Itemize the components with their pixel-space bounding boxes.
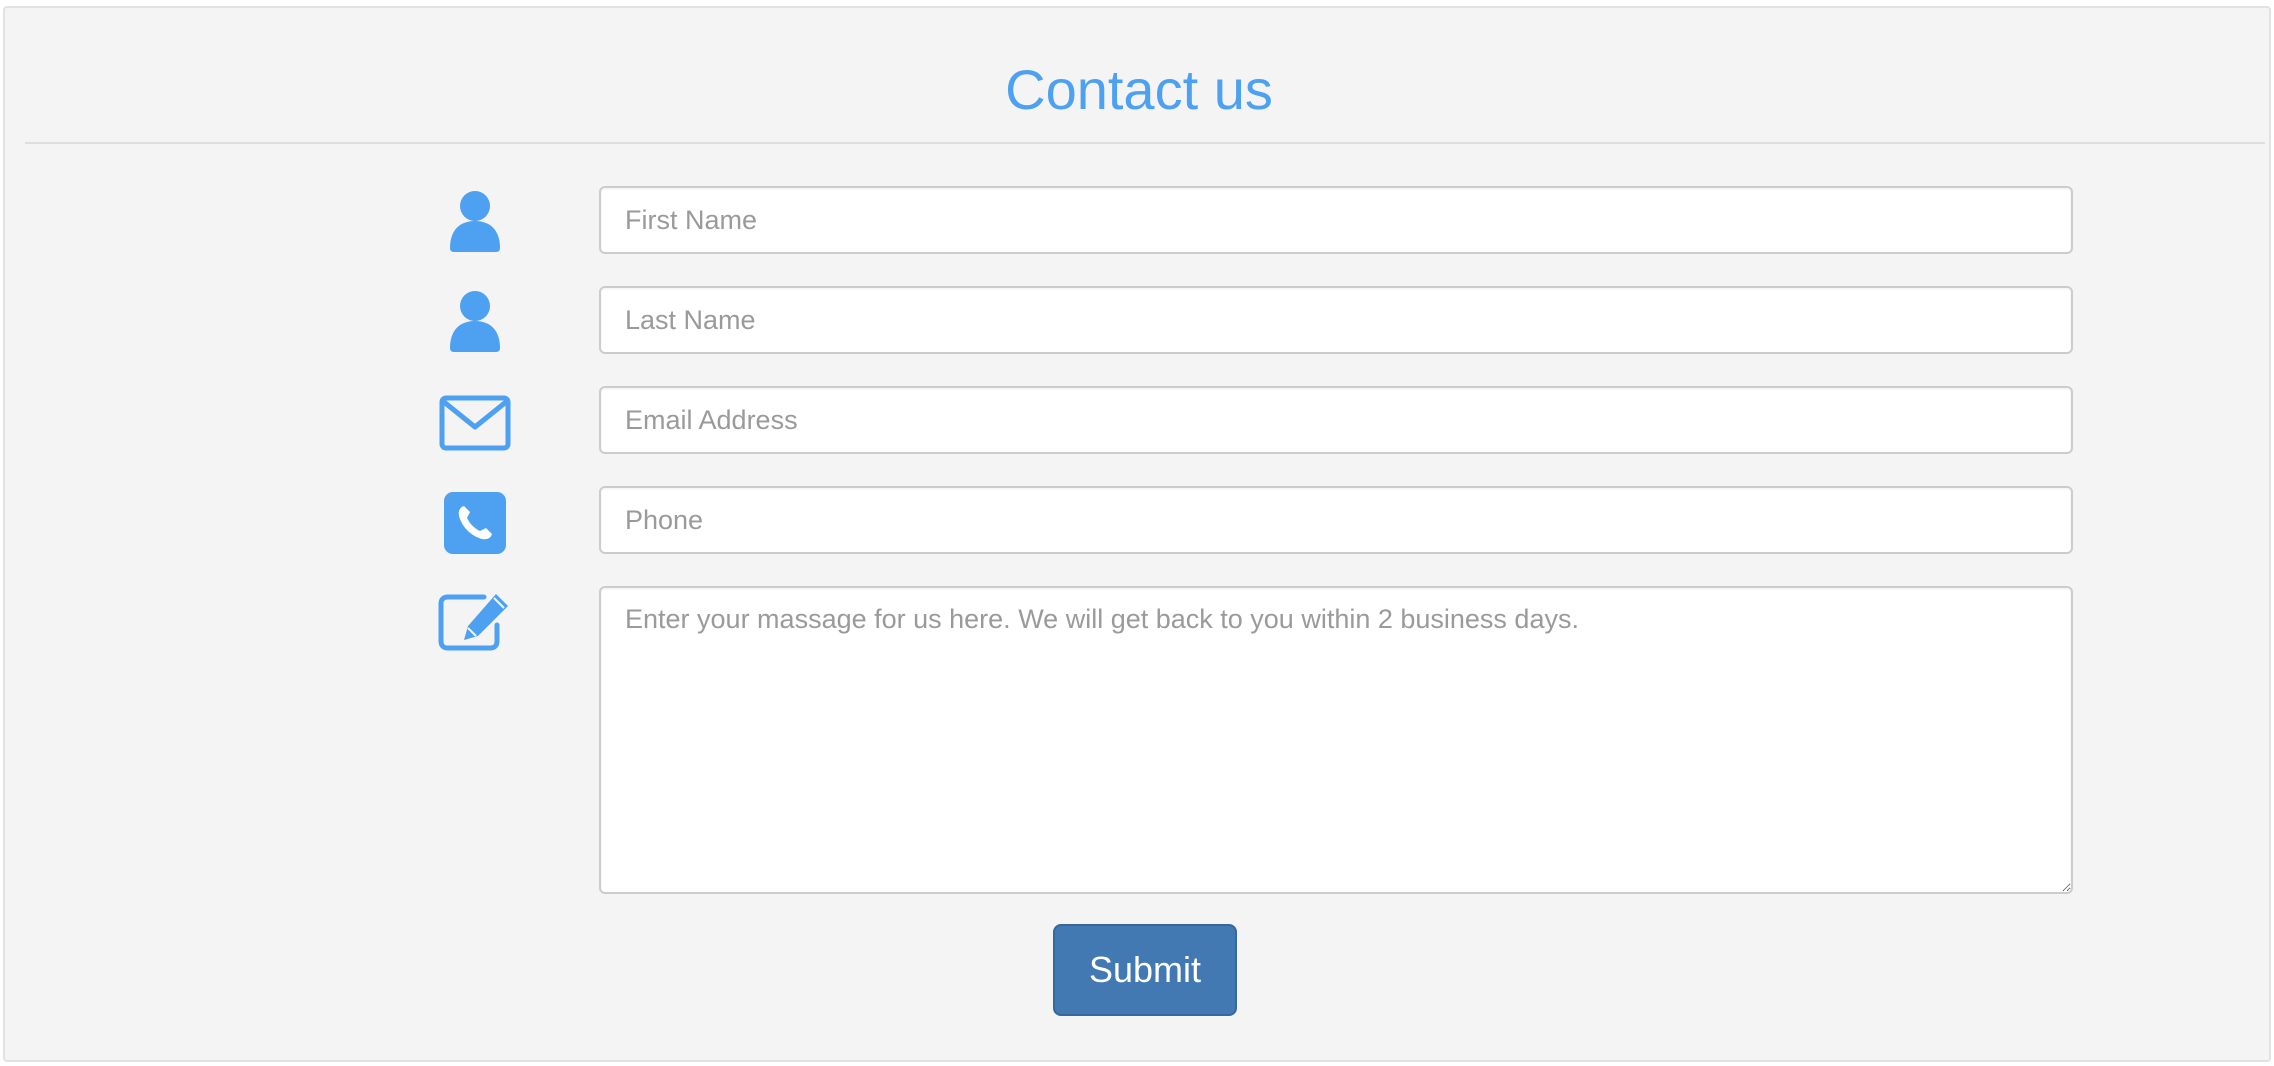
envelope-icon xyxy=(425,388,525,458)
email-input[interactable] xyxy=(599,386,2073,454)
user-icon xyxy=(425,286,525,356)
edit-icon xyxy=(425,586,525,656)
user-icon xyxy=(425,186,525,256)
phone-input[interactable] xyxy=(599,486,2073,554)
last-name-input[interactable] xyxy=(599,286,2073,354)
page-title: Contact us xyxy=(1005,58,1273,121)
title-divider xyxy=(25,142,2265,144)
first-name-input[interactable] xyxy=(599,186,2073,254)
phone-icon xyxy=(425,488,525,558)
message-textarea[interactable] xyxy=(599,586,2073,894)
contact-form-panel: Contact us First Name Last Name Email Ad… xyxy=(3,6,2271,1062)
submit-button[interactable]: Submit xyxy=(1053,924,1237,1016)
